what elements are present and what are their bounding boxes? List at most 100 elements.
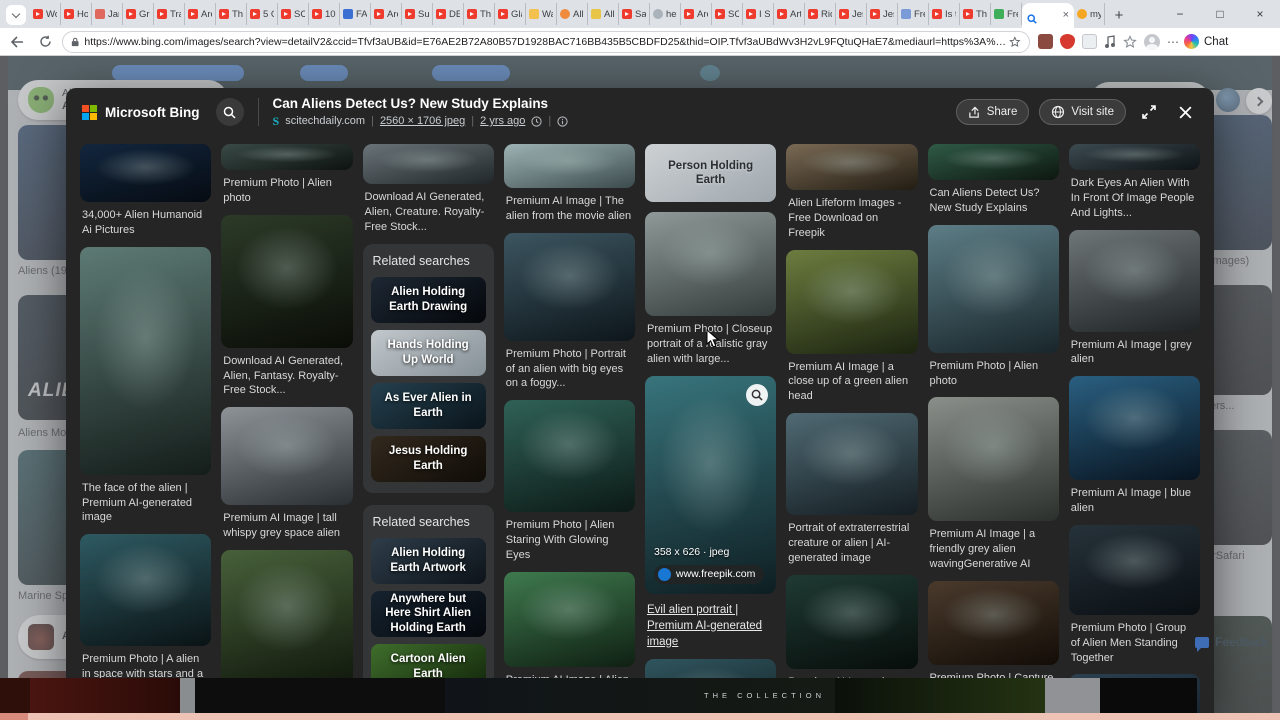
result-thumbnail[interactable]: [927, 144, 1059, 180]
result-caption[interactable]: Download AI Generated, Alien, Creature. …: [365, 190, 492, 235]
browser-tab[interactable]: Are: [185, 3, 216, 25]
browser-tab[interactable]: Fre: [991, 3, 1022, 25]
result-caption[interactable]: Premium AI Image | The alien from the mo…: [506, 194, 633, 224]
result-caption[interactable]: Premium Photo | Alien photo: [930, 359, 1057, 389]
browser-tab[interactable]: 10: [309, 3, 340, 25]
result-caption[interactable]: Premium AI Image | a close up of a green…: [788, 360, 915, 405]
related-search-tile[interactable]: Alien Holding Earth Drawing: [370, 276, 486, 323]
fullscreen-button[interactable]: [1136, 99, 1162, 125]
chat-button[interactable]: Chat: [1184, 34, 1228, 49]
result-caption[interactable]: Premium Photo | Group of Alien Men Stand…: [1071, 621, 1198, 666]
browser-tab[interactable]: Art: [774, 3, 805, 25]
restore-button[interactable]: □: [1200, 0, 1240, 28]
image-host-pill[interactable]: www.freepik.com: [654, 564, 765, 584]
browser-tab[interactable]: Is t: [929, 3, 960, 25]
browser-menu-button[interactable]: ⋯: [1167, 35, 1180, 49]
result-caption[interactable]: Dark Eyes An Alien With In Front Of Imag…: [1071, 176, 1198, 221]
browser-tab[interactable]: SC: [278, 3, 309, 25]
result-thumbnail[interactable]: [786, 144, 918, 190]
result-caption[interactable]: Premium Photo | Portrait of an alien wit…: [506, 347, 633, 392]
adblock-icon[interactable]: [1060, 34, 1075, 49]
close-window-button[interactable]: ×: [1240, 0, 1280, 28]
browser-tab[interactable]: my: [1074, 3, 1105, 25]
browser-tab[interactable]: Gri: [123, 3, 154, 25]
browser-tab[interactable]: Thi: [216, 3, 247, 25]
result-thumbnail[interactable]: [786, 413, 918, 516]
browser-tab[interactable]: Sat: [619, 3, 650, 25]
result-thumbnail[interactable]: [221, 549, 353, 692]
source-domain[interactable]: scitechdaily.com: [285, 115, 365, 127]
new-tab-button[interactable]: +: [1109, 5, 1129, 25]
result-thumbnail[interactable]: [1068, 376, 1200, 481]
image-search-button[interactable]: [215, 98, 244, 126]
related-search-tile[interactable]: Jesus Holding Earth: [370, 435, 486, 482]
result-thumbnail[interactable]: [927, 224, 1059, 353]
browser-tab[interactable]: Ric: [805, 3, 836, 25]
browser-tab[interactable]: Are: [681, 3, 712, 25]
extension-icon[interactable]: [1038, 34, 1053, 49]
back-button[interactable]: [6, 31, 28, 53]
visit-site-button[interactable]: Visit site: [1039, 99, 1126, 125]
result-thumbnail[interactable]: [221, 407, 353, 506]
browser-tab[interactable]: Su: [402, 3, 433, 25]
browser-tab[interactable]: FA: [340, 3, 371, 25]
browser-tab[interactable]: Jes: [836, 3, 867, 25]
result-thumbnail[interactable]: [221, 144, 353, 170]
image-title-link[interactable]: Evil alien portrait | Premium AI-generat…: [647, 602, 774, 650]
browser-tab[interactable]: DE: [433, 3, 464, 25]
refresh-button[interactable]: [34, 31, 56, 53]
result-thumbnail[interactable]: [503, 400, 635, 513]
tab-close-icon[interactable]: ×: [1063, 10, 1069, 21]
favorites-sparkle-icon[interactable]: [1123, 34, 1137, 49]
result-caption[interactable]: Alien Lifeform Images - Free Download on…: [788, 196, 915, 241]
result-thumbnail[interactable]: [927, 397, 1059, 522]
result-caption[interactable]: Portrait of extraterrestrial creature or…: [788, 521, 915, 566]
result-caption[interactable]: Premium Photo | Alien Staring With Glowi…: [506, 518, 633, 563]
result-caption[interactable]: The face of the alien | Premium AI-gener…: [82, 481, 209, 526]
result-thumbnail[interactable]: [362, 144, 494, 184]
extension-icon[interactable]: [1082, 34, 1097, 49]
browser-tab[interactable]: Wo: [30, 3, 61, 25]
browser-tab[interactable]: Gla: [495, 3, 526, 25]
result-thumbnail[interactable]: [1068, 524, 1200, 615]
info-icon[interactable]: [557, 115, 568, 127]
result-thumbnail[interactable]: [80, 534, 212, 647]
browser-tab[interactable]: Jes: [867, 3, 898, 25]
browser-tab[interactable]: 5 G: [247, 3, 278, 25]
browser-tab[interactable]: Fre: [898, 3, 929, 25]
result-thumbnail[interactable]: [1068, 144, 1200, 170]
result-caption[interactable]: Premium AI Image | blue alien: [1071, 486, 1198, 516]
browser-tab[interactable]: All: [557, 3, 588, 25]
browser-tab[interactable]: Jar: [92, 3, 123, 25]
related-search-tile[interactable]: Hands Holding Up World: [370, 329, 486, 376]
result-thumbnail[interactable]: [927, 580, 1059, 665]
url-omnibox[interactable]: https://www.bing.com/images/search?view=…: [62, 30, 1030, 53]
minimize-button[interactable]: −: [1160, 0, 1200, 28]
browser-tab[interactable]: Ho: [61, 3, 92, 25]
result-caption[interactable]: Can Aliens Detect Us? New Study Explains: [930, 186, 1057, 216]
related-search-tile[interactable]: Person Holding Earth: [645, 144, 777, 202]
main-image[interactable]: 358 x 626 · jpeg www.freepik.com: [645, 375, 777, 594]
result-thumbnail[interactable]: [786, 249, 918, 354]
tab-search-chevron-button[interactable]: [6, 5, 26, 25]
browser-tab[interactable]: Wa: [526, 3, 557, 25]
result-caption[interactable]: Premium AI Image | a friendly grey alien…: [930, 527, 1057, 572]
image-dimensions-link[interactable]: 2560 × 1706 jpeg: [380, 115, 465, 127]
bookmark-star-icon[interactable]: [1009, 35, 1021, 49]
related-search-tile[interactable]: As Ever Alien in Earth: [370, 382, 486, 429]
related-search-tile[interactable]: Alien Holding Earth Artwork: [370, 537, 486, 584]
related-search-tile[interactable]: Anywhere but Here Shirt Alien Holding Ea…: [370, 590, 486, 637]
feedback-button[interactable]: Feedback: [1195, 635, 1268, 652]
close-overlay-button[interactable]: [1172, 99, 1198, 125]
image-age-link[interactable]: 2 yrs ago: [480, 115, 525, 127]
browser-tab[interactable]: Tra: [154, 3, 185, 25]
browser-tab[interactable]: I S: [743, 3, 774, 25]
result-caption[interactable]: Premium AI Image | grey alien: [1071, 338, 1198, 368]
browser-tab[interactable]: Th: [464, 3, 495, 25]
result-thumbnail[interactable]: [1068, 229, 1200, 332]
browser-tab[interactable]: Th: [960, 3, 991, 25]
result-thumbnail[interactable]: [503, 232, 635, 341]
result-thumbnail[interactable]: [786, 574, 918, 669]
browser-tab[interactable]: Are: [371, 3, 402, 25]
browser-tab[interactable]: hel: [650, 3, 681, 25]
